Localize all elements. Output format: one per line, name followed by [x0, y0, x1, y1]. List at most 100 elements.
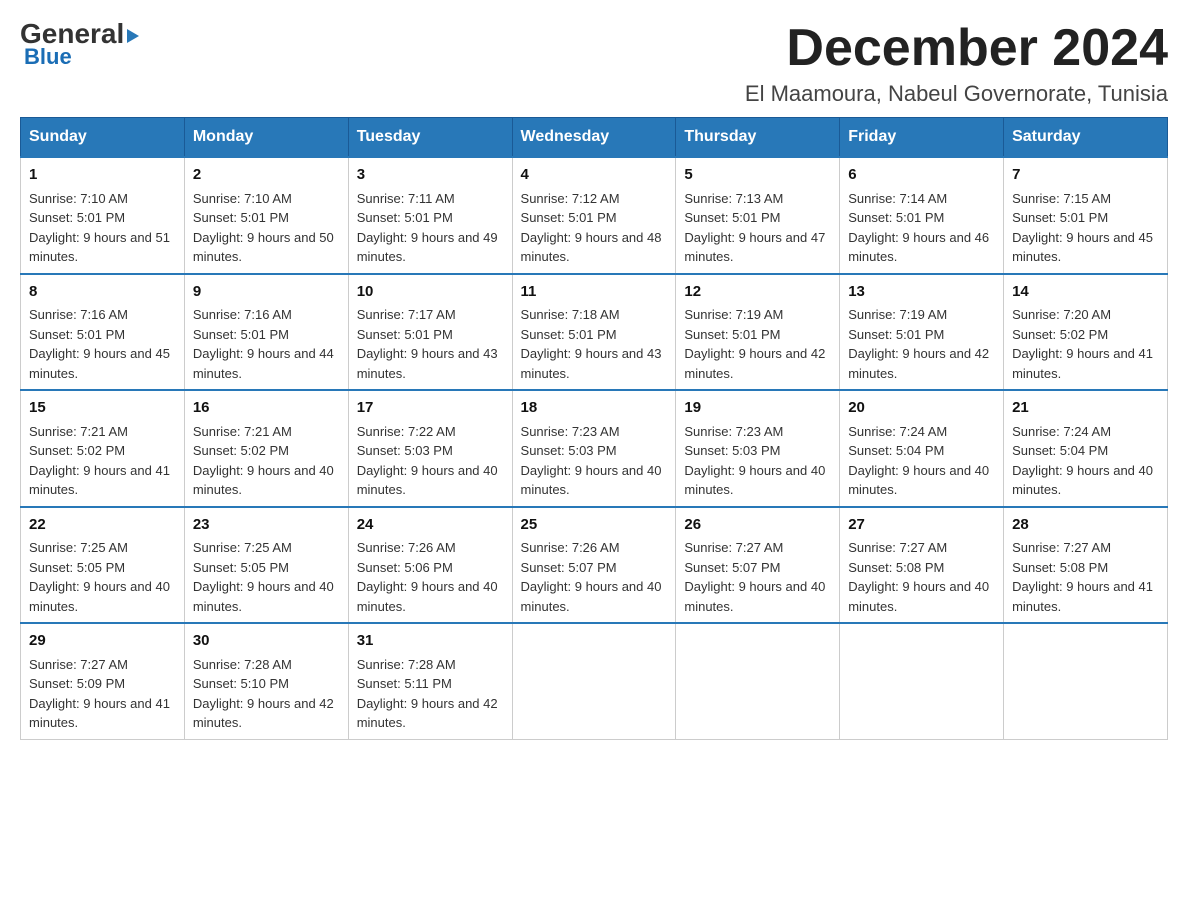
day-cell-14: 14Sunrise: 7:20 AMSunset: 5:02 PMDayligh…: [1004, 274, 1168, 391]
day-number: 24: [357, 514, 504, 537]
day-info: Sunrise: 7:16 AMSunset: 5:01 PMDaylight:…: [193, 305, 340, 383]
day-number: 11: [521, 281, 668, 304]
weekday-header-sunday: Sunday: [21, 118, 185, 158]
weekday-header-thursday: Thursday: [676, 118, 840, 158]
day-info: Sunrise: 7:13 AMSunset: 5:01 PMDaylight:…: [684, 189, 831, 267]
day-number: 8: [29, 281, 176, 304]
day-cell-9: 9Sunrise: 7:16 AMSunset: 5:01 PMDaylight…: [184, 274, 348, 391]
day-cell-2: 2Sunrise: 7:10 AMSunset: 5:01 PMDaylight…: [184, 157, 348, 274]
day-cell-10: 10Sunrise: 7:17 AMSunset: 5:01 PMDayligh…: [348, 274, 512, 391]
day-cell-3: 3Sunrise: 7:11 AMSunset: 5:01 PMDaylight…: [348, 157, 512, 274]
day-cell-19: 19Sunrise: 7:23 AMSunset: 5:03 PMDayligh…: [676, 390, 840, 507]
day-number: 4: [521, 164, 668, 187]
day-cell-23: 23Sunrise: 7:25 AMSunset: 5:05 PMDayligh…: [184, 507, 348, 624]
empty-cell: [512, 623, 676, 739]
day-info: Sunrise: 7:12 AMSunset: 5:01 PMDaylight:…: [521, 189, 668, 267]
day-cell-16: 16Sunrise: 7:21 AMSunset: 5:02 PMDayligh…: [184, 390, 348, 507]
day-cell-20: 20Sunrise: 7:24 AMSunset: 5:04 PMDayligh…: [840, 390, 1004, 507]
day-cell-1: 1Sunrise: 7:10 AMSunset: 5:01 PMDaylight…: [21, 157, 185, 274]
day-info: Sunrise: 7:17 AMSunset: 5:01 PMDaylight:…: [357, 305, 504, 383]
day-info: Sunrise: 7:26 AMSunset: 5:06 PMDaylight:…: [357, 538, 504, 616]
location-title: El Maamoura, Nabeul Governorate, Tunisia: [745, 81, 1168, 107]
day-info: Sunrise: 7:27 AMSunset: 5:09 PMDaylight:…: [29, 655, 176, 733]
day-cell-21: 21Sunrise: 7:24 AMSunset: 5:04 PMDayligh…: [1004, 390, 1168, 507]
day-info: Sunrise: 7:18 AMSunset: 5:01 PMDaylight:…: [521, 305, 668, 383]
day-cell-25: 25Sunrise: 7:26 AMSunset: 5:07 PMDayligh…: [512, 507, 676, 624]
day-info: Sunrise: 7:28 AMSunset: 5:10 PMDaylight:…: [193, 655, 340, 733]
day-info: Sunrise: 7:22 AMSunset: 5:03 PMDaylight:…: [357, 422, 504, 500]
day-number: 10: [357, 281, 504, 304]
day-info: Sunrise: 7:21 AMSunset: 5:02 PMDaylight:…: [193, 422, 340, 500]
day-info: Sunrise: 7:23 AMSunset: 5:03 PMDaylight:…: [521, 422, 668, 500]
day-number: 13: [848, 281, 995, 304]
day-cell-8: 8Sunrise: 7:16 AMSunset: 5:01 PMDaylight…: [21, 274, 185, 391]
day-number: 9: [193, 281, 340, 304]
day-number: 16: [193, 397, 340, 420]
day-cell-26: 26Sunrise: 7:27 AMSunset: 5:07 PMDayligh…: [676, 507, 840, 624]
day-info: Sunrise: 7:14 AMSunset: 5:01 PMDaylight:…: [848, 189, 995, 267]
day-number: 27: [848, 514, 995, 537]
day-number: 22: [29, 514, 176, 537]
day-info: Sunrise: 7:23 AMSunset: 5:03 PMDaylight:…: [684, 422, 831, 500]
day-number: 15: [29, 397, 176, 420]
day-info: Sunrise: 7:11 AMSunset: 5:01 PMDaylight:…: [357, 189, 504, 267]
day-number: 3: [357, 164, 504, 187]
day-number: 1: [29, 164, 176, 187]
week-row-2: 8Sunrise: 7:16 AMSunset: 5:01 PMDaylight…: [21, 274, 1168, 391]
month-title: December 2024: [745, 20, 1168, 77]
day-number: 23: [193, 514, 340, 537]
day-info: Sunrise: 7:27 AMSunset: 5:08 PMDaylight:…: [1012, 538, 1159, 616]
day-info: Sunrise: 7:26 AMSunset: 5:07 PMDaylight:…: [521, 538, 668, 616]
week-row-1: 1Sunrise: 7:10 AMSunset: 5:01 PMDaylight…: [21, 157, 1168, 274]
weekday-header-monday: Monday: [184, 118, 348, 158]
day-cell-7: 7Sunrise: 7:15 AMSunset: 5:01 PMDaylight…: [1004, 157, 1168, 274]
day-cell-28: 28Sunrise: 7:27 AMSunset: 5:08 PMDayligh…: [1004, 507, 1168, 624]
day-cell-18: 18Sunrise: 7:23 AMSunset: 5:03 PMDayligh…: [512, 390, 676, 507]
day-info: Sunrise: 7:15 AMSunset: 5:01 PMDaylight:…: [1012, 189, 1159, 267]
day-info: Sunrise: 7:19 AMSunset: 5:01 PMDaylight:…: [848, 305, 995, 383]
day-info: Sunrise: 7:24 AMSunset: 5:04 PMDaylight:…: [1012, 422, 1159, 500]
logo-blue-text: Blue: [20, 44, 72, 70]
day-number: 19: [684, 397, 831, 420]
weekday-header-tuesday: Tuesday: [348, 118, 512, 158]
day-number: 30: [193, 630, 340, 653]
day-cell-17: 17Sunrise: 7:22 AMSunset: 5:03 PMDayligh…: [348, 390, 512, 507]
day-info: Sunrise: 7:27 AMSunset: 5:08 PMDaylight:…: [848, 538, 995, 616]
day-number: 31: [357, 630, 504, 653]
day-number: 18: [521, 397, 668, 420]
weekday-header-friday: Friday: [840, 118, 1004, 158]
day-cell-5: 5Sunrise: 7:13 AMSunset: 5:01 PMDaylight…: [676, 157, 840, 274]
day-info: Sunrise: 7:10 AMSunset: 5:01 PMDaylight:…: [29, 189, 176, 267]
empty-cell: [1004, 623, 1168, 739]
day-info: Sunrise: 7:10 AMSunset: 5:01 PMDaylight:…: [193, 189, 340, 267]
empty-cell: [840, 623, 1004, 739]
day-cell-22: 22Sunrise: 7:25 AMSunset: 5:05 PMDayligh…: [21, 507, 185, 624]
logo: General Blue: [20, 20, 139, 70]
calendar-table: SundayMondayTuesdayWednesdayThursdayFrid…: [20, 117, 1168, 740]
day-info: Sunrise: 7:16 AMSunset: 5:01 PMDaylight:…: [29, 305, 176, 383]
day-info: Sunrise: 7:25 AMSunset: 5:05 PMDaylight:…: [29, 538, 176, 616]
day-cell-27: 27Sunrise: 7:27 AMSunset: 5:08 PMDayligh…: [840, 507, 1004, 624]
day-number: 5: [684, 164, 831, 187]
weekday-header-wednesday: Wednesday: [512, 118, 676, 158]
day-cell-31: 31Sunrise: 7:28 AMSunset: 5:11 PMDayligh…: [348, 623, 512, 739]
day-info: Sunrise: 7:21 AMSunset: 5:02 PMDaylight:…: [29, 422, 176, 500]
week-row-3: 15Sunrise: 7:21 AMSunset: 5:02 PMDayligh…: [21, 390, 1168, 507]
day-cell-13: 13Sunrise: 7:19 AMSunset: 5:01 PMDayligh…: [840, 274, 1004, 391]
day-number: 29: [29, 630, 176, 653]
week-row-4: 22Sunrise: 7:25 AMSunset: 5:05 PMDayligh…: [21, 507, 1168, 624]
day-number: 6: [848, 164, 995, 187]
day-cell-6: 6Sunrise: 7:14 AMSunset: 5:01 PMDaylight…: [840, 157, 1004, 274]
day-number: 14: [1012, 281, 1159, 304]
day-number: 2: [193, 164, 340, 187]
day-number: 20: [848, 397, 995, 420]
day-number: 28: [1012, 514, 1159, 537]
empty-cell: [676, 623, 840, 739]
day-cell-11: 11Sunrise: 7:18 AMSunset: 5:01 PMDayligh…: [512, 274, 676, 391]
weekday-header-saturday: Saturday: [1004, 118, 1168, 158]
day-number: 26: [684, 514, 831, 537]
day-number: 7: [1012, 164, 1159, 187]
day-info: Sunrise: 7:28 AMSunset: 5:11 PMDaylight:…: [357, 655, 504, 733]
day-number: 25: [521, 514, 668, 537]
page-header: General Blue December 2024 El Maamoura, …: [20, 20, 1168, 107]
